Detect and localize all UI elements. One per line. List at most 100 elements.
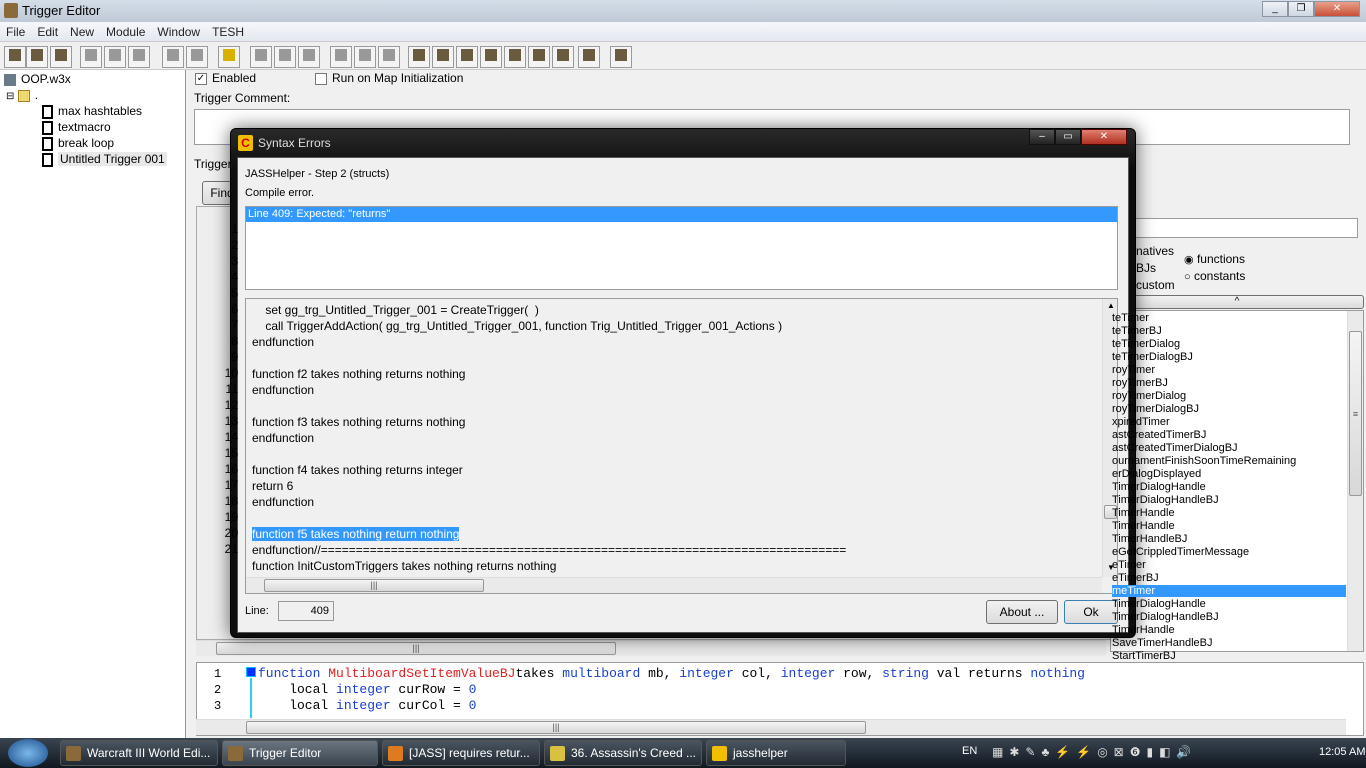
taskbar-item[interactable]: jasshelper bbox=[706, 740, 846, 766]
taskbar-item[interactable]: 36. Assassin's Creed ... bbox=[544, 740, 702, 766]
menu-file[interactable]: File bbox=[0, 22, 31, 39]
object-editor-button[interactable] bbox=[480, 46, 502, 68]
collapse-button[interactable]: ^ bbox=[1110, 295, 1364, 309]
function-list-item[interactable]: xpiredTimer bbox=[1112, 416, 1346, 428]
error-item[interactable]: Line 409: Expected: "returns" bbox=[246, 207, 1117, 222]
save-button[interactable] bbox=[50, 46, 72, 68]
function-list-item[interactable]: erDialogDisplayed bbox=[1112, 468, 1346, 480]
function-list-item[interactable]: TimerHandleBJ bbox=[1112, 533, 1346, 545]
function-list-item[interactable]: royTimer bbox=[1112, 364, 1346, 376]
campaign-editor-button[interactable] bbox=[504, 46, 526, 68]
dialog-close-button[interactable]: ✕ bbox=[1081, 129, 1127, 145]
tree-item-max-hashtables[interactable]: max hashtables bbox=[42, 104, 142, 119]
filter-bjs[interactable]: BJs bbox=[1136, 261, 1156, 275]
close-button[interactable]: ✕ bbox=[1314, 1, 1360, 17]
function-list-item[interactable]: ournamentFinishSoonTimeRemaining bbox=[1112, 455, 1346, 467]
function-list-scrollbar[interactable]: ≡ bbox=[1347, 311, 1363, 651]
function-list-item[interactable]: TimerDialogHandle bbox=[1112, 481, 1346, 493]
enabled-checkbox[interactable]: ✓ Enabled bbox=[195, 71, 256, 85]
new-trigger-button[interactable] bbox=[274, 46, 296, 68]
function-list-item[interactable]: TimerDialogHandleBJ bbox=[1112, 494, 1346, 506]
trigger-tree[interactable]: OOP.w3x ⊟ . max hashtables textmacro bre… bbox=[0, 70, 186, 738]
open-button[interactable] bbox=[26, 46, 48, 68]
undo-button[interactable] bbox=[162, 46, 184, 68]
menu-module[interactable]: Module bbox=[100, 22, 151, 39]
function-list-item[interactable]: teTimerBJ bbox=[1112, 325, 1346, 337]
sound-editor-button[interactable] bbox=[456, 46, 478, 68]
function-list-item[interactable]: astCreatedTimerBJ bbox=[1112, 429, 1346, 441]
function-list-item[interactable]: eGetCrippledTimerMessage bbox=[1112, 546, 1346, 558]
tab-trigger[interactable]: Trigger bbox=[194, 157, 232, 171]
tree-root[interactable]: OOP.w3x bbox=[4, 72, 71, 86]
function-list-item[interactable]: meTimer bbox=[1112, 585, 1346, 597]
taskbar-item[interactable]: Warcraft III World Edi... bbox=[60, 740, 218, 766]
minimize-button[interactable]: _ bbox=[1262, 1, 1288, 17]
function-list-item[interactable]: eTimer bbox=[1112, 559, 1346, 571]
delete-button[interactable] bbox=[218, 46, 240, 68]
radio-constants[interactable]: ○ constants bbox=[1184, 269, 1245, 283]
function-list-item[interactable]: royTimerDialog bbox=[1112, 390, 1346, 402]
function-list-item[interactable]: astCreatedTimerDialogBJ bbox=[1112, 442, 1346, 454]
ok-button[interactable]: Ok bbox=[1064, 600, 1118, 624]
paste-button[interactable] bbox=[128, 46, 150, 68]
function-list-item[interactable]: TimerHandle bbox=[1112, 507, 1346, 519]
tree-item-untitled-trigger-001[interactable]: Untitled Trigger 001 bbox=[42, 152, 167, 167]
tree-item-textmacro[interactable]: textmacro bbox=[42, 120, 111, 135]
function-list-item[interactable]: TimerDialogHandle bbox=[1112, 598, 1346, 610]
menu-edit[interactable]: Edit bbox=[31, 22, 64, 39]
new-condition-button[interactable] bbox=[354, 46, 376, 68]
new-event-button[interactable] bbox=[330, 46, 352, 68]
function-search-input[interactable]: r bbox=[1120, 218, 1358, 238]
editor-horizontal-scrollbar[interactable]: ||| bbox=[196, 640, 1106, 656]
function-list-item[interactable]: SaveTimerHandleBJ bbox=[1112, 637, 1346, 649]
dialog-maximize-button[interactable]: ▭ bbox=[1055, 129, 1081, 145]
copy-button[interactable] bbox=[104, 46, 126, 68]
preview-horizontal-scrollbar[interactable]: ||| bbox=[196, 719, 1346, 735]
function-list-item[interactable]: TimerHandle bbox=[1112, 624, 1346, 636]
trigger-editor-button[interactable] bbox=[432, 46, 454, 68]
new-button[interactable] bbox=[4, 46, 26, 68]
function-list-item[interactable]: teTimer bbox=[1112, 312, 1346, 324]
code-view-horizontal-scrollbar[interactable]: ||| bbox=[246, 577, 1102, 593]
new-action-button[interactable] bbox=[378, 46, 400, 68]
new-comment-button[interactable] bbox=[298, 46, 320, 68]
taskbar-item[interactable]: Trigger Editor bbox=[222, 740, 378, 766]
taskbar-item[interactable]: [JASS] requires retur... bbox=[382, 740, 540, 766]
function-list-item[interactable]: royTimerDialogBJ bbox=[1112, 403, 1346, 415]
language-indicator[interactable]: EN bbox=[962, 745, 977, 757]
function-list-item[interactable]: royTimerBJ bbox=[1112, 377, 1346, 389]
function-list-item[interactable]: TimerDialogHandleBJ bbox=[1112, 611, 1346, 623]
new-category-button[interactable] bbox=[250, 46, 272, 68]
tree-folder[interactable]: ⊟ . bbox=[6, 88, 38, 102]
menu-new[interactable]: New bbox=[64, 22, 100, 39]
error-list[interactable]: Line 409: Expected: "returns" bbox=[245, 206, 1118, 290]
menu-window[interactable]: Window bbox=[151, 22, 206, 39]
cut-button[interactable] bbox=[80, 46, 102, 68]
redo-button[interactable] bbox=[186, 46, 208, 68]
function-list-item[interactable]: teTimerDialogBJ bbox=[1112, 351, 1346, 363]
tray-icons[interactable]: ▦✱✎♣⚡⚡◎⊠❻▮◧🔊 bbox=[992, 745, 1197, 759]
ai-editor-button[interactable] bbox=[528, 46, 550, 68]
terrain-editor-button[interactable] bbox=[408, 46, 430, 68]
fold-icon[interactable] bbox=[246, 667, 256, 677]
menu-tesh[interactable]: TESH bbox=[206, 22, 250, 39]
import-manager-button[interactable] bbox=[578, 46, 600, 68]
tree-item-break-loop[interactable]: break loop bbox=[42, 136, 114, 151]
filter-natives[interactable]: natives bbox=[1136, 244, 1174, 258]
about-button[interactable]: About ... bbox=[986, 600, 1058, 624]
object-manager-button[interactable] bbox=[552, 46, 574, 68]
function-list-item[interactable]: TimerHandle bbox=[1112, 520, 1346, 532]
radio-functions[interactable]: ◉ functions bbox=[1184, 252, 1245, 266]
line-number: 14 bbox=[224, 430, 238, 444]
dialog-minimize-button[interactable]: – bbox=[1029, 129, 1055, 145]
test-map-button[interactable] bbox=[610, 46, 632, 68]
start-button[interactable] bbox=[8, 739, 48, 767]
filter-custom[interactable]: custom bbox=[1136, 278, 1175, 292]
restore-button[interactable]: ❐ bbox=[1288, 1, 1314, 17]
function-list-item[interactable]: teTimerDialog bbox=[1112, 338, 1346, 350]
clock[interactable]: 12:05 AM bbox=[1319, 746, 1365, 758]
function-list-item[interactable]: StartTimerBJ bbox=[1112, 650, 1346, 662]
run-on-init-checkbox[interactable]: Run on Map Initialization bbox=[315, 71, 463, 85]
code-view[interactable]: set gg_trg_Untitled_Trigger_001 = Create… bbox=[245, 298, 1118, 594]
function-list-item[interactable]: eTimerBJ bbox=[1112, 572, 1346, 584]
